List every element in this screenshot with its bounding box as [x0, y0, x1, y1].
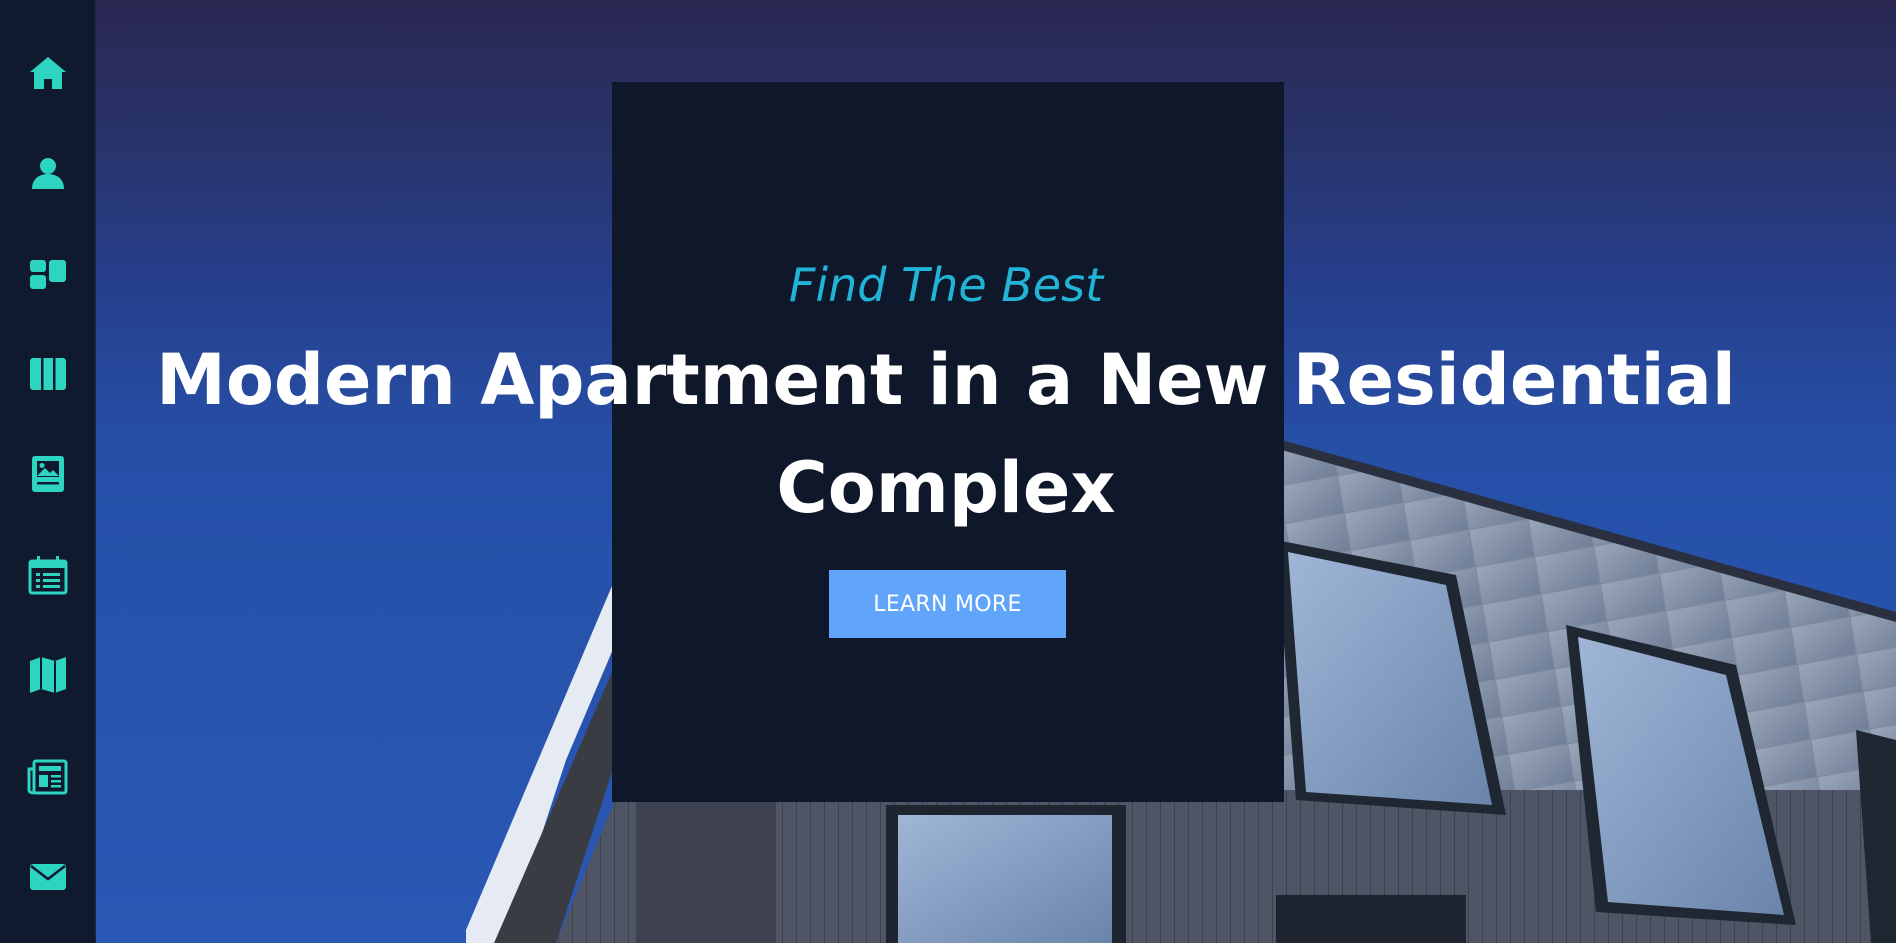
home-icon — [30, 57, 66, 89]
nav-dashboard[interactable] — [0, 238, 96, 310]
nav-map[interactable] — [0, 639, 96, 711]
sidebar-nav — [0, 0, 96, 943]
hero-headline-text: Modern Apartment in a New Residential Co… — [156, 339, 1736, 529]
newspaper-icon — [27, 759, 68, 795]
hero-headline: Modern Apartment in a New Residential Co… — [96, 326, 1796, 542]
nav-home[interactable] — [0, 37, 96, 109]
learn-more-button[interactable]: LEARN MORE — [829, 570, 1066, 638]
hero-kicker: Find The Best — [788, 258, 1104, 312]
nav-contact[interactable] — [0, 841, 96, 913]
columns-icon — [30, 358, 66, 390]
nav-news[interactable] — [0, 741, 96, 813]
nav-columns[interactable] — [0, 338, 96, 410]
envelope-icon — [30, 864, 66, 890]
nav-gallery[interactable] — [0, 438, 96, 510]
dashboard-icon — [30, 260, 66, 289]
nav-calendar[interactable] — [0, 539, 96, 611]
user-icon — [32, 158, 64, 189]
nav-profile[interactable] — [0, 137, 96, 209]
image-icon — [32, 456, 64, 492]
map-icon — [30, 657, 66, 693]
calendar-list-icon — [28, 556, 68, 595]
